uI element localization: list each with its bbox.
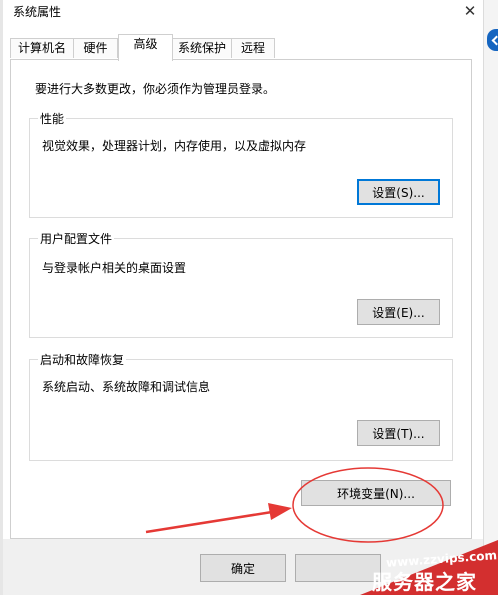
performance-settings-button[interactable]: 设置(S)... <box>357 179 440 205</box>
admin-notice: 要进行大多数更改，你必须作为管理员登录。 <box>35 82 276 96</box>
user-profiles-settings-button[interactable]: 设置(E)... <box>357 299 440 325</box>
tab-remote[interactable]: 远程 <box>231 38 275 58</box>
background-window-strip <box>483 0 498 595</box>
window-title: 系统属性 <box>13 5 62 19</box>
tab-advanced[interactable]: 高级 <box>118 34 173 61</box>
system-properties-window: 系统属性 ✕ 计算机名 硬件 高级 系统保护 远程 要进行大多数更改，你必须作为… <box>0 0 498 595</box>
startup-recovery-title: 启动和故障恢复 <box>38 351 127 368</box>
startup-recovery-settings-button[interactable]: 设置(T)... <box>357 420 440 446</box>
tab-hardware[interactable]: 硬件 <box>73 38 118 58</box>
tab-strip: 计算机名 硬件 高级 系统保护 远程 <box>10 34 480 61</box>
environment-variables-button[interactable]: 环境变量(N)... <box>301 480 451 506</box>
ok-button[interactable]: 确定 <box>200 554 286 582</box>
tab-system-protection[interactable]: 系统保护 <box>172 38 232 58</box>
watermark-name: 服务器之家 <box>372 570 477 594</box>
startup-recovery-group: 启动和故障恢复 系统启动、系统故障和调试信息 设置(T)... <box>29 351 453 461</box>
chevron-icon[interactable] <box>487 29 498 51</box>
user-profiles-group: 用户配置文件 与登录帐户相关的桌面设置 设置(E)... <box>29 230 453 338</box>
user-profiles-description: 与登录帐户相关的桌面设置 <box>42 261 187 275</box>
close-icon[interactable]: ✕ <box>457 0 483 24</box>
advanced-tab-panel: 要进行大多数更改，你必须作为管理员登录。 性能 视觉效果，处理器计划，内存使用，… <box>10 59 472 539</box>
tab-computer-name[interactable]: 计算机名 <box>10 38 74 58</box>
left-window-edge <box>0 0 3 595</box>
cancel-button[interactable] <box>295 554 381 582</box>
title-bar: 系统属性 ✕ <box>3 0 483 26</box>
performance-description: 视觉效果，处理器计划，内存使用，以及虚拟内存 <box>42 139 307 153</box>
performance-group: 性能 视觉效果，处理器计划，内存使用，以及虚拟内存 设置(S)... <box>29 110 453 218</box>
startup-recovery-description: 系统启动、系统故障和调试信息 <box>42 380 211 394</box>
user-profiles-title: 用户配置文件 <box>38 230 115 247</box>
performance-title: 性能 <box>38 110 67 127</box>
